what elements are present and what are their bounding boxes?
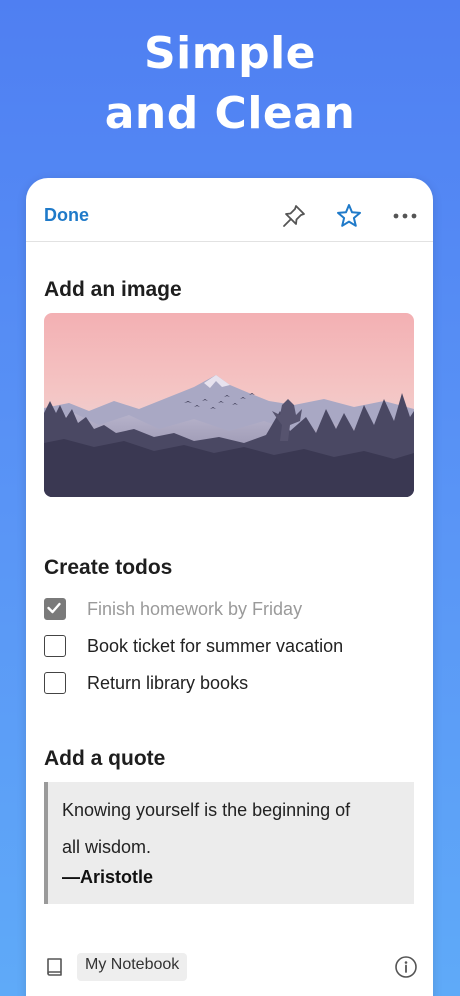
notebook-tag[interactable]: My Notebook [77, 953, 188, 981]
quote-line-2: all wisdom. [62, 837, 152, 857]
more-icon[interactable] [391, 202, 419, 230]
checkbox[interactable] [44, 635, 66, 657]
quote-section-title: Add a quote [44, 747, 166, 770]
headline-line-2: and Clean [104, 88, 356, 139]
pin-icon[interactable] [280, 202, 308, 230]
done-button[interactable]: Done [44, 205, 89, 226]
headline-line-1: Simple [143, 28, 317, 79]
image-section-title: Add an image [44, 278, 182, 301]
quote-author: —Aristotle [62, 867, 154, 887]
todo-text: Finish homework by Friday [87, 598, 303, 619]
note-toolbar: Done [26, 178, 433, 242]
checkbox-checked[interactable] [44, 598, 66, 620]
todo-item: Return library books [44, 670, 414, 696]
todo-text: Book ticket for summer vacation [87, 635, 344, 656]
star-icon[interactable] [335, 202, 363, 230]
quote-block: Knowing yourself is the beginning of all… [44, 782, 414, 904]
todo-item: Finish homework by Friday [44, 596, 414, 622]
todo-item: Book ticket for summer vacation [44, 633, 414, 659]
mountain-landscape-image [44, 313, 414, 497]
info-icon[interactable] [394, 955, 418, 979]
checkbox[interactable] [44, 672, 66, 694]
notebook-icon [47, 958, 62, 976]
quote-line-1: Knowing yourself is the beginning of [62, 800, 351, 820]
todos-section-title: Create todos [44, 556, 173, 579]
note-card: Done Add an image Create todos Finish ho… [26, 178, 433, 996]
todo-text: Return library books [87, 672, 249, 693]
checkmark-icon [47, 603, 62, 614]
headline: Simple and Clean [0, 24, 460, 144]
